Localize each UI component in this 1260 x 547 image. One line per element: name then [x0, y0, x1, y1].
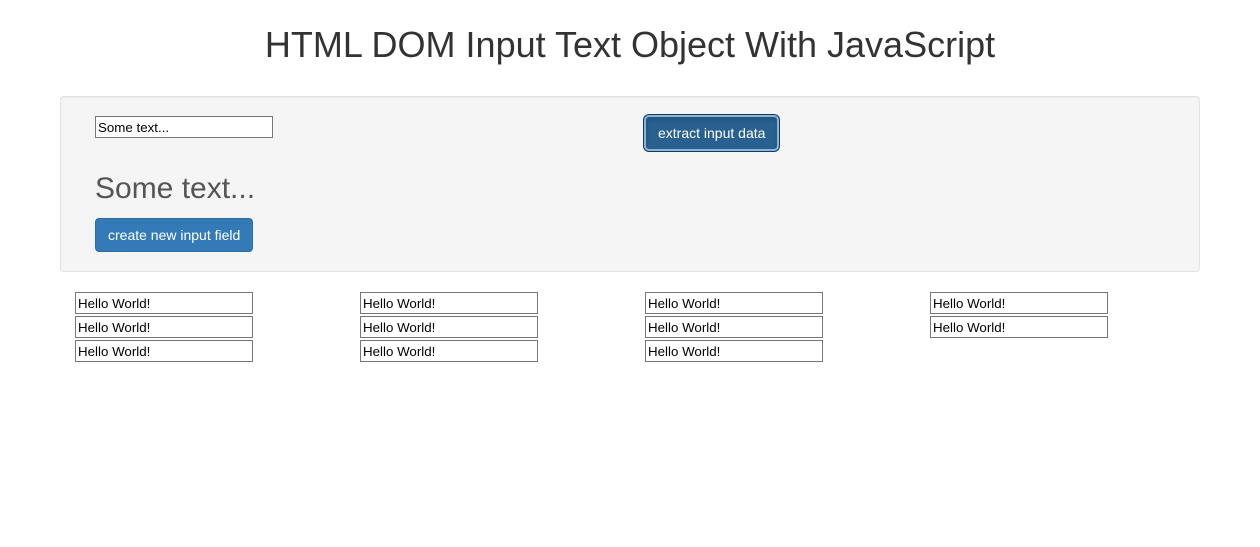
generated-input[interactable] — [645, 340, 823, 362]
generated-input[interactable] — [360, 340, 538, 362]
demo-panel: extract input data Some text... create n… — [60, 96, 1200, 272]
extract-input-button[interactable]: extract input data — [645, 116, 778, 150]
generated-input[interactable] — [75, 340, 253, 362]
input-column — [345, 292, 630, 364]
generated-input[interactable] — [360, 292, 538, 314]
page-title: HTML DOM Input Text Object With JavaScri… — [60, 24, 1200, 66]
generated-input[interactable] — [360, 316, 538, 338]
input-column — [60, 292, 345, 364]
main-text-input[interactable] — [95, 116, 273, 138]
input-column — [630, 292, 915, 364]
generated-input[interactable] — [75, 316, 253, 338]
create-input-button[interactable]: create new input field — [95, 218, 253, 252]
generated-input[interactable] — [645, 316, 823, 338]
generated-input[interactable] — [930, 316, 1108, 338]
generated-input[interactable] — [75, 292, 253, 314]
generated-input[interactable] — [645, 292, 823, 314]
generated-input[interactable] — [930, 292, 1108, 314]
extracted-output: Some text... — [95, 172, 1165, 206]
generated-inputs-container — [60, 292, 1200, 364]
input-column — [915, 292, 1200, 364]
